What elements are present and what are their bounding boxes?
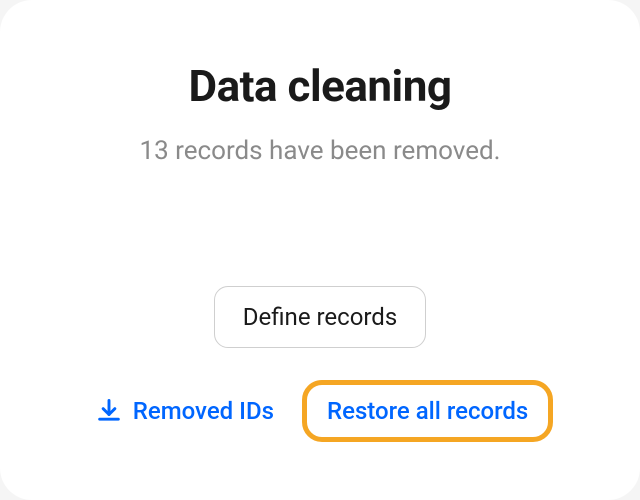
download-icon [95,397,123,425]
restore-label: Restore all records [327,397,528,425]
define-records-button[interactable]: Define records [214,286,426,348]
removed-ids-label: Removed IDs [133,397,274,425]
restore-all-records-button[interactable]: Restore all records [302,380,553,442]
action-row: Removed IDs Restore all records [87,380,554,442]
status-message: 13 records have been removed. [139,136,500,166]
data-cleaning-card: Data cleaning 13 records have been remov… [0,0,640,500]
removed-ids-button[interactable]: Removed IDs [87,385,282,437]
page-title: Data cleaning [189,60,452,112]
